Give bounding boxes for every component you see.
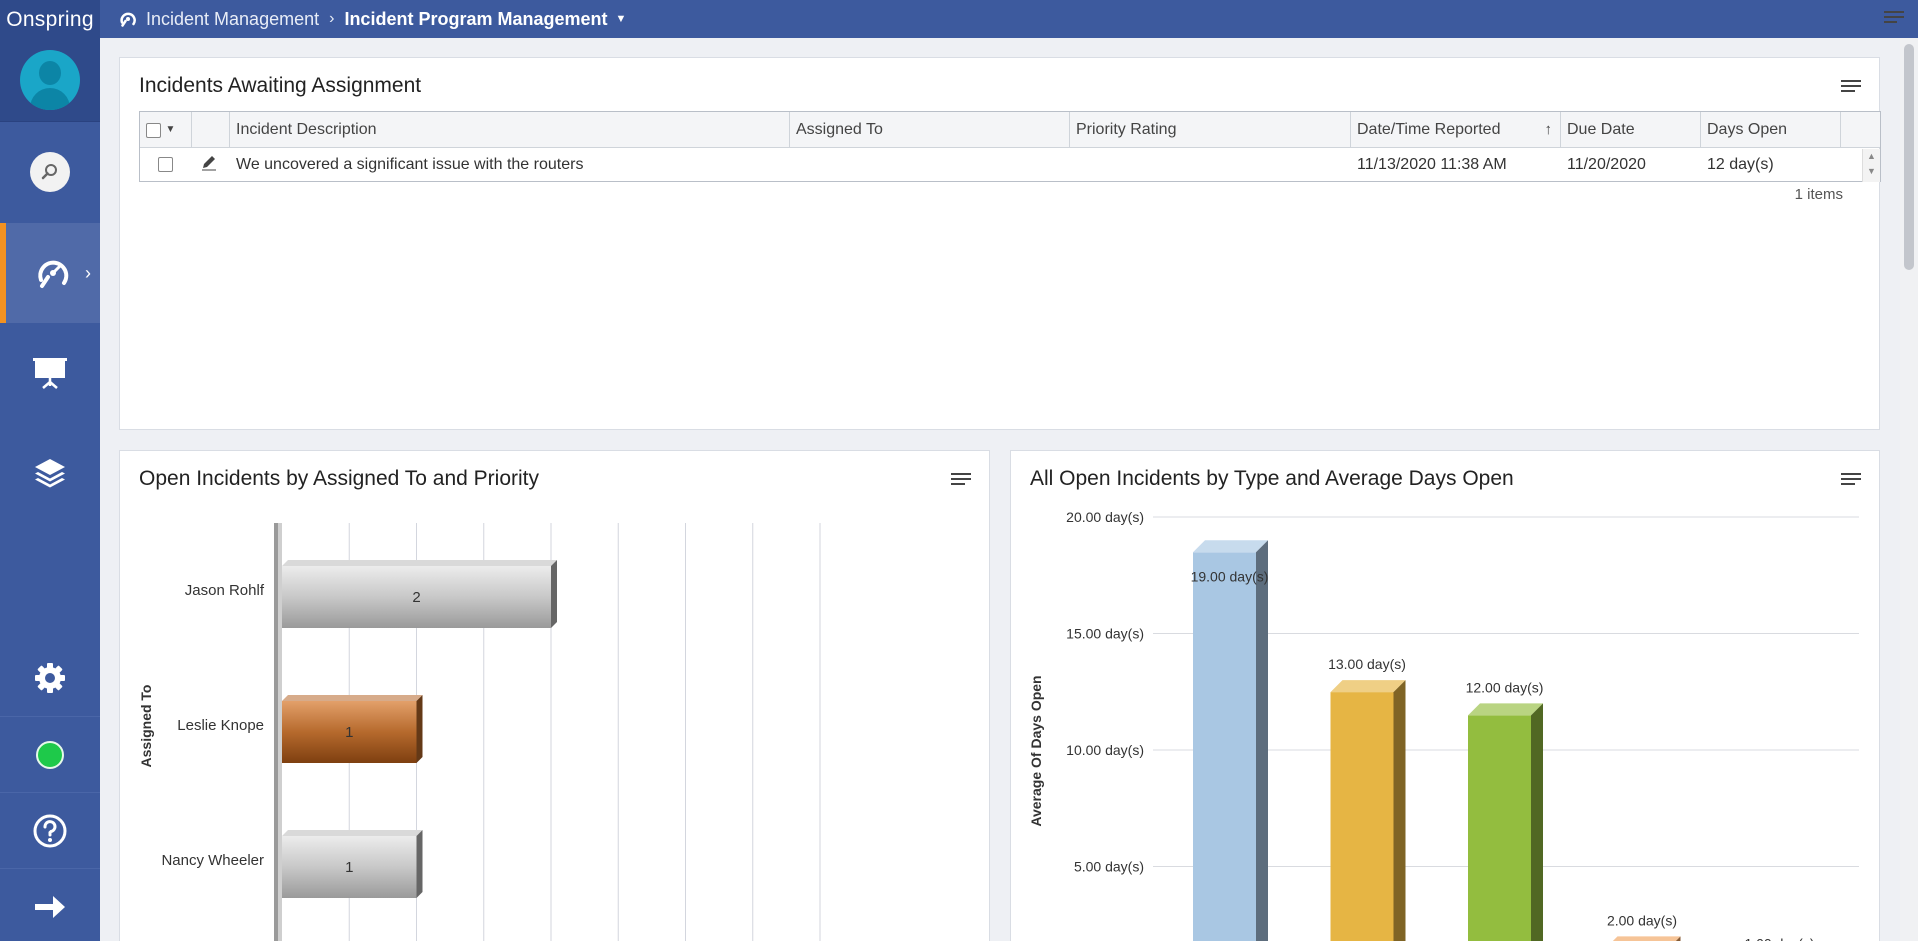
scrollbar-thumb[interactable] — [1904, 44, 1914, 270]
edit-button[interactable] — [192, 153, 230, 176]
assigned-priority-chart: Assigned To Jason Rohlf 2 Leslie Knope 1 Nanc… — [138, 523, 821, 941]
bar-side-face — [1531, 703, 1543, 941]
column-days-open[interactable]: Days Open — [1701, 112, 1841, 147]
chevron-down-icon[interactable]: ▼ — [165, 124, 175, 135]
y-tick-label: 5.00 day(s) — [1074, 859, 1144, 875]
data-label: 2 — [412, 589, 420, 606]
bar-end-face — [551, 560, 557, 628]
assigned-priority-chart-panel: Open Incidents by Assigned To and Priori… — [119, 450, 990, 941]
row-select[interactable] — [140, 156, 192, 174]
bar-3 — [1468, 715, 1531, 941]
breadcrumb-current[interactable]: Incident Program Management — [344, 9, 607, 30]
cell-reported: 11/13/2020 11:38 AM — [1357, 155, 1507, 173]
chevron-right-icon: › — [85, 263, 91, 283]
column-priority-rating[interactable]: Priority Rating — [1070, 112, 1351, 147]
layers-icon — [35, 459, 65, 488]
type-days-open-chart-panel: All Open Incidents by Type and Average D… — [1010, 450, 1880, 941]
pencil-icon — [202, 156, 216, 171]
incidents-table: ▼ Incident Description Assigned To Prior… — [139, 111, 1881, 182]
column-assigned-to[interactable]: Assigned To — [790, 112, 1070, 147]
items-count: 1 items — [1794, 186, 1843, 203]
bar-1 — [1193, 552, 1256, 941]
y-tick-label: 15.00 day(s) — [1066, 626, 1144, 642]
row-checkbox[interactable] — [158, 156, 173, 172]
data-label: 13.00 day(s) — [1328, 656, 1406, 672]
nav-presentation[interactable] — [0, 323, 100, 423]
arrow-right-icon — [35, 895, 65, 918]
column-due-date[interactable]: Due Date — [1561, 112, 1701, 147]
header-spacer — [1841, 112, 1880, 147]
status-indicator[interactable] — [0, 716, 100, 792]
cell-days-open: 12 day(s) — [1707, 155, 1774, 173]
incidents-awaiting-panel: Incidents Awaiting Assignment ▼ Incident… — [119, 57, 1881, 430]
table-row[interactable]: We uncovered a significant issue with th… — [140, 148, 1880, 181]
help-icon — [33, 814, 67, 847]
brand-logo: Onspring — [0, 0, 100, 38]
nav-incident-management[interactable]: › — [0, 223, 100, 323]
category-label: Nancy Wheeler — [161, 852, 264, 869]
incident-app-icon — [38, 260, 69, 288]
bar-top-face — [1612, 936, 1681, 941]
bar-2 — [1330, 692, 1394, 941]
nav-settings[interactable] — [0, 640, 100, 716]
y-tick-label: 20.00 day(s) — [1066, 509, 1144, 525]
bar-top-face — [282, 695, 423, 701]
incident-app-icon — [120, 12, 136, 27]
sort-ascending-icon: ↑ — [1544, 121, 1553, 138]
top-menu-icon[interactable] — [1884, 11, 1904, 26]
data-label: 1 — [345, 859, 353, 876]
user-avatar-area[interactable] — [0, 38, 100, 122]
axis-wall-face — [278, 523, 282, 941]
panel-title: Incidents Awaiting Assignment — [139, 74, 422, 97]
column-date-reported-label: Date/Time Reported — [1357, 121, 1501, 138]
cell-due-date: 11/20/2020 — [1567, 155, 1646, 173]
breadcrumb-separator-icon: › — [329, 10, 335, 27]
nav-layers[interactable] — [0, 423, 100, 523]
table-scrollbar[interactable]: ▲ ▼ — [1862, 149, 1880, 182]
category-label: Leslie Knope — [177, 717, 264, 734]
nav-logout[interactable] — [0, 868, 100, 941]
bar-top-face — [1193, 540, 1268, 553]
nav-search[interactable] — [0, 122, 100, 222]
data-label: 12.00 day(s) — [1466, 679, 1544, 695]
chevron-down-icon[interactable]: ▼ — [616, 13, 627, 25]
select-all-checkbox[interactable] — [146, 122, 161, 138]
y-axis-title: Average Of Days Open — [1028, 675, 1044, 826]
gear-icon — [35, 663, 65, 693]
page-scrollbar[interactable] — [1900, 38, 1918, 941]
nav-help[interactable] — [0, 792, 100, 868]
data-label: 2.00 day(s) — [1607, 912, 1677, 928]
bar-top-face — [1468, 703, 1543, 716]
bar-top-face — [282, 560, 557, 566]
cell-description[interactable]: We uncovered a significant issue with th… — [230, 156, 790, 174]
category-label: Jason Rohlf — [185, 582, 265, 599]
bar-end-face — [416, 830, 423, 898]
y-tick-label: 10.00 day(s) — [1066, 742, 1144, 758]
select-all-column[interactable]: ▼ — [140, 112, 192, 147]
column-incident-description[interactable]: Incident Description — [230, 112, 790, 147]
bar-top-face — [1330, 680, 1406, 693]
data-label: 1 — [345, 724, 353, 741]
avatar[interactable] — [20, 49, 80, 110]
type-days-open-chart: 5.00 day(s) 10.00 day(s) 15.00 day(s) 20.00… — [1028, 509, 1859, 941]
breadcrumb-parent[interactable]: Incident Management — [146, 9, 319, 30]
bar-top-face — [282, 830, 423, 836]
bar-end-face — [416, 695, 423, 763]
presentation-icon — [33, 358, 67, 389]
data-label: 19.00 day(s) — [1191, 568, 1269, 584]
panel-menu-icon[interactable] — [1841, 80, 1861, 95]
edit-column-header — [192, 112, 230, 147]
y-axis-title: Assigned To — [138, 685, 154, 768]
sidebar: Onspring › — [0, 0, 100, 941]
top-bar: Incident Management › Incident Program M… — [100, 0, 1918, 38]
data-label: 1.00 day(s) — [1744, 936, 1814, 941]
bar-side-face — [1256, 540, 1268, 941]
bar-side-face — [1393, 680, 1406, 941]
table-header: ▼ Incident Description Assigned To Prior… — [140, 112, 1880, 148]
online-status-icon — [36, 740, 64, 769]
column-date-reported[interactable]: Date/Time Reported ↑ — [1351, 112, 1561, 147]
search-icon — [30, 152, 70, 192]
